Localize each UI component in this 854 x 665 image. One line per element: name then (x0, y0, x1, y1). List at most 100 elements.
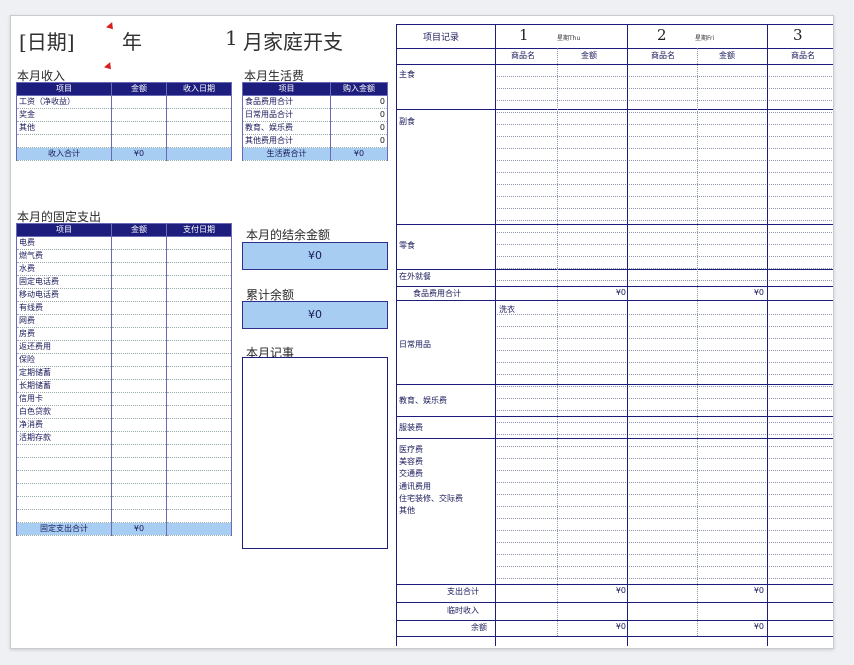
fixed-item-cell[interactable]: 有线费 (16, 301, 112, 315)
fixed-value-cell[interactable] (166, 340, 232, 354)
fixed-value-cell[interactable] (166, 431, 232, 445)
fixed-value-cell[interactable] (166, 301, 232, 315)
fixed-value-cell[interactable] (166, 288, 232, 302)
fixed-value-cell[interactable] (111, 353, 167, 367)
fixed-value-cell[interactable] (166, 353, 232, 367)
ledger-grid-row (495, 422, 833, 423)
month-number[interactable]: 1 (225, 26, 238, 50)
living-item-cell[interactable]: 其他费用合计 (242, 134, 331, 148)
balance-value-box[interactable]: ¥0 (242, 242, 388, 270)
income-item-cell[interactable]: 奖金 (16, 108, 112, 122)
fixed-value-cell[interactable] (111, 288, 167, 302)
fixed-item-cell[interactable] (16, 483, 112, 497)
fixed-item-cell[interactable]: 房费 (16, 327, 112, 341)
fixed-item-cell[interactable]: 电费 (16, 236, 112, 250)
income-value-cell[interactable] (111, 134, 167, 148)
fixed-value-cell[interactable] (166, 405, 232, 419)
memo-box[interactable] (242, 357, 388, 549)
fixed-item-cell[interactable]: 返还费用 (16, 340, 112, 354)
living-item-cell[interactable]: 日常用品合计 (242, 108, 331, 122)
fixed-value-cell[interactable] (111, 483, 167, 497)
income-item-cell[interactable] (16, 134, 112, 148)
fixed-value-cell[interactable] (111, 392, 167, 406)
fixed-value-cell[interactable] (166, 249, 232, 263)
fixed-value-cell[interactable] (111, 405, 167, 419)
fixed-item-cell[interactable]: 活期存款 (16, 431, 112, 445)
fixed-item-cell[interactable] (16, 457, 112, 471)
income-value-cell[interactable] (166, 95, 232, 109)
living-cost-table: 项目 购入金额 食品费用合计 0 日常用品合计 0 教育、娱乐费 0 其他费用合计 0 生活费合… (242, 82, 388, 161)
fixed-value-cell[interactable] (111, 418, 167, 432)
income-value-cell[interactable] (111, 108, 167, 122)
fixed-value-cell[interactable] (111, 470, 167, 484)
fixed-value-cell[interactable] (111, 457, 167, 471)
fixed-item-cell[interactable]: 保险 (16, 353, 112, 367)
fixed-value-cell[interactable] (111, 301, 167, 315)
fixed-value-cell[interactable] (111, 275, 167, 289)
fixed-value-cell[interactable] (166, 418, 232, 432)
fixed-total-label: 固定支出合计 (16, 522, 112, 536)
fixed-value-cell[interactable] (166, 275, 232, 289)
temp-income-label: 临时收入 (447, 606, 479, 615)
income-item-cell[interactable]: 工资（净收益） (16, 95, 112, 109)
income-value-cell[interactable] (111, 121, 167, 135)
fixed-value-cell[interactable] (166, 392, 232, 406)
fixed-item-cell[interactable]: 定期储蓄 (16, 366, 112, 380)
income-value-cell[interactable] (166, 121, 232, 135)
fixed-total-value: ¥0 (111, 522, 167, 536)
fixed-value-cell[interactable] (166, 496, 232, 510)
fixed-item-cell[interactable]: 固定电话费 (16, 275, 112, 289)
fixed-value-cell[interactable] (111, 379, 167, 393)
living-item-cell[interactable]: 教育、娱乐费 (242, 121, 331, 135)
fixed-value-cell[interactable] (111, 262, 167, 276)
living-value-cell[interactable]: 0 (330, 95, 388, 109)
fixed-value-cell[interactable] (166, 236, 232, 250)
ledger-food-total-divider (397, 300, 833, 301)
fixed-value-cell[interactable] (166, 457, 232, 471)
living-value-cell[interactable]: 0 (330, 134, 388, 148)
fixed-value-cell[interactable] (166, 366, 232, 380)
fixed-item-cell[interactable]: 移动电话费 (16, 288, 112, 302)
cumulative-value-box[interactable]: ¥0 (242, 301, 388, 329)
living-value-cell[interactable]: 0 (330, 121, 388, 135)
fixed-item-cell[interactable]: 白色贷款 (16, 405, 112, 419)
ledger-grid-row (495, 208, 833, 209)
fixed-value-cell[interactable] (166, 262, 232, 276)
fixed-item-cell[interactable] (16, 470, 112, 484)
fixed-value-cell[interactable] (166, 379, 232, 393)
fixed-value-cell[interactable] (111, 509, 167, 523)
fixed-value-cell[interactable] (166, 470, 232, 484)
fixed-value-cell[interactable] (166, 483, 232, 497)
fixed-value-cell[interactable] (111, 249, 167, 263)
fixed-value-cell[interactable] (111, 236, 167, 250)
income-item-cell[interactable]: 其他 (16, 121, 112, 135)
fixed-value-cell[interactable] (166, 444, 232, 458)
fixed-item-cell[interactable]: 长期储蓄 (16, 379, 112, 393)
fixed-value-cell[interactable] (111, 496, 167, 510)
fixed-value-cell[interactable] (166, 327, 232, 341)
fixed-item-cell[interactable]: 信用卡 (16, 392, 112, 406)
living-item-cell[interactable]: 食品费用合计 (242, 95, 331, 109)
fixed-item-cell[interactable]: 水费 (16, 262, 112, 276)
fixed-value-cell[interactable] (111, 340, 167, 354)
fixed-item-cell[interactable]: 净消费 (16, 418, 112, 432)
fixed-item-cell[interactable] (16, 509, 112, 523)
date-placeholder[interactable]: [日期] (19, 26, 75, 55)
fixed-item-cell[interactable]: 燃气费 (16, 249, 112, 263)
fixed-item-cell[interactable] (16, 496, 112, 510)
income-value-cell[interactable] (166, 134, 232, 148)
fixed-value-cell[interactable] (111, 314, 167, 328)
fixed-value-cell[interactable] (111, 366, 167, 380)
comment-marker-icon[interactable] (104, 62, 114, 72)
income-value-cell[interactable] (166, 108, 232, 122)
fixed-value-cell[interactable] (166, 314, 232, 328)
fixed-value-cell[interactable] (111, 431, 167, 445)
fixed-item-cell[interactable]: 网费 (16, 314, 112, 328)
fixed-value-cell[interactable] (166, 509, 232, 523)
fixed-item-cell[interactable] (16, 444, 112, 458)
income-value-cell[interactable] (111, 95, 167, 109)
fixed-value-cell[interactable] (111, 444, 167, 458)
fixed-col-date: 支付日期 (166, 223, 232, 237)
fixed-value-cell[interactable] (111, 327, 167, 341)
living-value-cell[interactable]: 0 (330, 108, 388, 122)
